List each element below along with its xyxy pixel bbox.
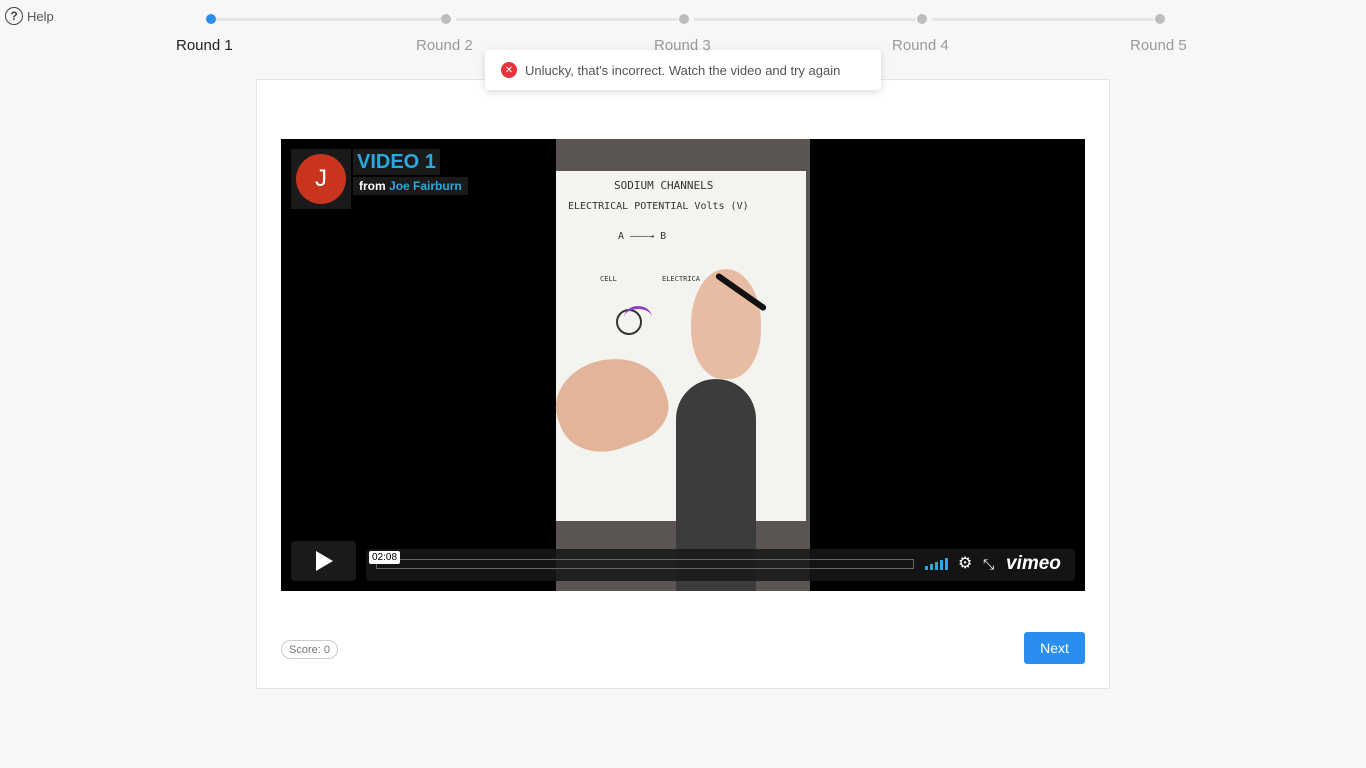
step-dot-round-5[interactable] [1155, 14, 1165, 24]
error-circle-icon: ✕ [501, 62, 517, 78]
play-button[interactable] [291, 541, 356, 581]
volume-icon[interactable] [925, 558, 948, 570]
settings-gear-icon[interactable]: ⚙ [958, 555, 972, 573]
score-badge: Score: 0 [281, 640, 338, 659]
time-display: 02:08 [369, 551, 401, 564]
step-connector [694, 18, 916, 21]
error-toast: ✕ Unlucky, that's incorrect. Watch the v… [485, 50, 881, 90]
board-heading: SODIUM CHANNELS [614, 179, 714, 192]
video-byline: from Joe Fairburn [353, 177, 468, 195]
video-player[interactable]: SODIUM CHANNELS ELECTRICAL POTENTIAL Vol… [281, 139, 1085, 591]
step-label-round-5[interactable]: Round 5 [1130, 37, 1187, 54]
board-line: ELECTRICA [662, 275, 700, 283]
board-line: CELL [600, 275, 617, 283]
step-dot-round-3[interactable] [679, 14, 689, 24]
next-button[interactable]: Next [1024, 632, 1085, 664]
squiggle-drawing [624, 306, 652, 329]
step-label-round-1[interactable]: Round 1 [176, 37, 233, 54]
video-frame: SODIUM CHANNELS ELECTRICAL POTENTIAL Vol… [543, 139, 810, 591]
byline-prefix: from [359, 179, 386, 193]
step-connector [456, 18, 678, 21]
step-dot-round-2[interactable] [441, 14, 451, 24]
step-label-round-4[interactable]: Round 4 [892, 37, 949, 54]
step-connector [932, 18, 1154, 21]
channel-avatar-box[interactable]: J [291, 149, 351, 209]
play-icon [315, 551, 333, 571]
video-title[interactable]: VIDEO 1 [353, 149, 440, 175]
video-controls: 02:08 ⚙ ⤡ vimeo [366, 549, 1075, 581]
step-dot-round-1[interactable] [206, 14, 216, 24]
fullscreen-icon[interactable]: ⤡ [983, 555, 994, 573]
board-line: A ———→ B [618, 231, 667, 242]
board-line: ELECTRICAL POTENTIAL Volts (V) [568, 201, 749, 212]
step-label-round-2[interactable]: Round 2 [416, 37, 473, 54]
progress-bar[interactable]: 02:08 [369, 551, 914, 569]
avatar: J [296, 154, 346, 204]
author-link[interactable]: Joe Fairburn [389, 179, 462, 193]
step-dot-round-4[interactable] [917, 14, 927, 24]
step-connector [216, 18, 441, 21]
toast-message: Unlucky, that's incorrect. Watch the vid… [525, 62, 841, 78]
vimeo-logo[interactable]: vimeo [1006, 553, 1061, 575]
